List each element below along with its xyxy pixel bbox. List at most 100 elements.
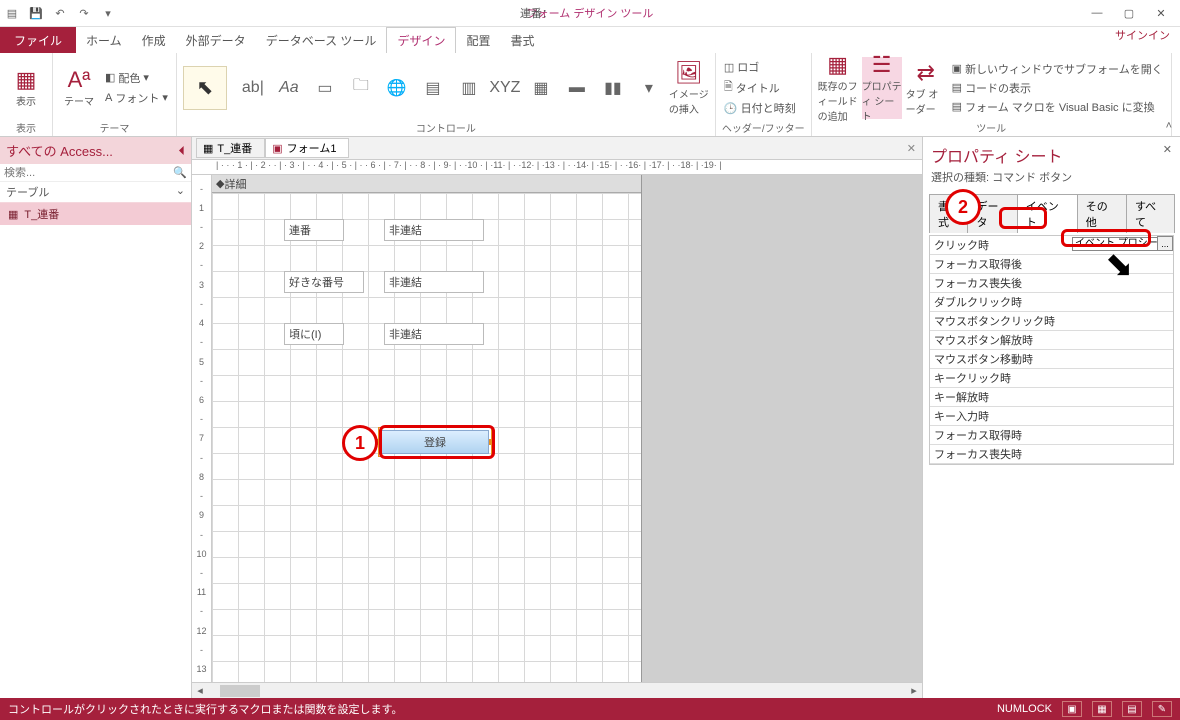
prop-row-label: フォーカス喪失時 — [930, 445, 1068, 463]
tab-external-data[interactable]: 外部データ — [176, 27, 256, 53]
group-caption-hf: ヘッダー/フッター — [722, 120, 805, 134]
prop-row[interactable]: マウスボタン解放時 — [930, 331, 1173, 350]
prop-tab-other[interactable]: その他 — [1077, 194, 1127, 233]
label-sukina[interactable]: 好きな番号 — [284, 271, 364, 293]
hyperlink-control-icon[interactable]: 🌐 — [381, 73, 413, 103]
prop-row[interactable]: フォーカス喪失時 — [930, 445, 1173, 464]
fonts-button[interactable]: A フォント ▾ — [103, 89, 170, 107]
form-design-surface[interactable]: ◆ 詳細 連番 非連結 好きな番号 非連結 頃に(I) 非連結 登録 1 — [212, 175, 642, 698]
collapse-ribbon-icon[interactable]: ˄ — [1166, 120, 1172, 132]
themes-button[interactable]: Aªテーマ — [59, 57, 99, 119]
prop-tab-all[interactable]: すべて — [1126, 194, 1175, 233]
detail-section-bar[interactable]: ◆ 詳細 — [212, 175, 641, 193]
convert-macros-button[interactable]: ▤ フォーム マクロを Visual Basic に変換 — [950, 98, 1165, 116]
nav-item-t-renban[interactable]: ▦T_連番 — [0, 203, 191, 225]
horizontal-scrollbar[interactable]: ◂▸ — [192, 682, 922, 698]
property-sheet: ✕ プロパティ シート 選択の種類: コマンド ボタン 書式 データ イベント … — [922, 137, 1180, 698]
tab-arrange[interactable]: 配置 — [456, 27, 500, 53]
window-minimize-icon[interactable]: — — [1082, 3, 1112, 23]
line-control-icon[interactable]: XYZ — [489, 73, 521, 103]
add-existing-fields-button[interactable]: ▦既存のフィールドの追加 — [818, 57, 858, 119]
prop-row-value[interactable] — [1068, 331, 1173, 349]
window-close-icon[interactable]: ✕ — [1146, 3, 1176, 23]
nav-header[interactable]: すべての Access...⏴ — [0, 137, 191, 164]
window-restore-icon[interactable]: ▢ — [1114, 3, 1144, 23]
redo-icon[interactable]: ↷ — [72, 1, 96, 25]
prop-row-value[interactable] — [1068, 445, 1173, 463]
chart-control-icon[interactable]: ▮▮ — [597, 73, 629, 103]
prop-row-value[interactable] — [1068, 312, 1173, 330]
vertical-ruler: -1-2-3-4-5-6-7-8-9-10-11-12-13- — [192, 175, 212, 698]
prop-row[interactable]: キー解放時 — [930, 388, 1173, 407]
prop-row-value[interactable] — [1068, 293, 1173, 311]
tab-create[interactable]: 作成 — [132, 27, 176, 53]
annotation-box-2a — [999, 207, 1047, 229]
prop-row[interactable]: フォーカス取得時 — [930, 426, 1173, 445]
title-button[interactable]: 🗎 タイトル — [722, 77, 798, 98]
tab-design[interactable]: デザイン — [386, 27, 456, 53]
group-caption-controls: コントロール — [183, 120, 709, 134]
tab-home[interactable]: ホーム — [76, 27, 132, 53]
doc-tab-t-renban[interactable]: ▦T_連番 — [196, 138, 265, 158]
prop-row-value[interactable] — [1068, 350, 1173, 368]
prop-row-label: キー入力時 — [930, 407, 1068, 425]
view-form-icon[interactable]: ▣ — [1062, 701, 1082, 717]
label-renban[interactable]: 連番 — [284, 219, 344, 241]
option-control-icon[interactable]: ▬ — [561, 73, 593, 103]
close-tab-icon[interactable]: ✕ — [907, 142, 916, 155]
prop-row-value[interactable] — [1068, 407, 1173, 425]
prop-row[interactable]: マウスボタンクリック時 — [930, 312, 1173, 331]
textbox-control-icon[interactable]: ab| — [237, 73, 269, 103]
colors-button[interactable]: ◧ 配色 ▾ — [103, 69, 170, 87]
view-code-button[interactable]: ▤ コードの表示 — [950, 79, 1165, 97]
view-button[interactable]: ▦表示 — [6, 57, 46, 119]
tab-file[interactable]: ファイル — [0, 27, 76, 53]
nav-search-input[interactable] — [4, 167, 173, 179]
tab-order-button[interactable]: ⇄タブ オーダー — [906, 57, 946, 119]
builder-button[interactable]: ... — [1157, 236, 1173, 251]
datetime-button[interactable]: 🕒 日付と時刻 — [722, 99, 798, 117]
tab-control-icon[interactable]: 🗀 — [345, 73, 377, 103]
prop-row[interactable]: キークリック時 — [930, 369, 1173, 388]
view-datasheet-icon[interactable]: ▦ — [1092, 701, 1112, 717]
table-icon: ▦ — [8, 208, 18, 221]
tab-format[interactable]: 書式 — [500, 27, 544, 53]
textbox-sukina[interactable]: 非連結 — [384, 271, 484, 293]
chevron-left-icon[interactable]: ⏴ — [179, 143, 186, 159]
sign-in-link[interactable]: サインイン — [1115, 27, 1170, 43]
property-sheet-button[interactable]: ☱プロパティ シート — [862, 57, 902, 119]
navigation-control-icon[interactable]: ▤ — [417, 73, 449, 103]
nav-group-tables[interactable]: テーブル⌄ — [0, 182, 191, 203]
prop-row-value[interactable] — [1068, 369, 1173, 387]
select-tool-icon[interactable]: ⬉ — [183, 66, 227, 110]
prop-row[interactable]: キー入力時 — [930, 407, 1173, 426]
prop-row-label: キー解放時 — [930, 388, 1068, 406]
save-icon[interactable]: 💾 — [24, 1, 48, 25]
textbox-renban[interactable]: 非連結 — [384, 219, 484, 241]
view-layout-icon[interactable]: ▤ — [1122, 701, 1142, 717]
property-sheet-close-icon[interactable]: ✕ — [1163, 143, 1172, 156]
doc-tab-form1[interactable]: ▣フォーム1 — [265, 138, 349, 158]
label-control-icon[interactable]: Aa — [273, 73, 305, 103]
tab-database-tools[interactable]: データベース ツール — [256, 27, 387, 53]
undo-icon[interactable]: ↶ — [48, 1, 72, 25]
listbox-control-icon[interactable]: ▦ — [525, 73, 557, 103]
prop-row-value[interactable] — [1068, 426, 1173, 444]
label-koro[interactable]: 頃に(I) — [284, 323, 344, 345]
more-controls-icon[interactable]: ▾ — [633, 73, 665, 103]
view-design-icon[interactable]: ✎ — [1152, 701, 1172, 717]
button-control-icon[interactable]: ▭ — [309, 73, 341, 103]
prop-row[interactable]: フォーカス取得後 — [930, 255, 1173, 274]
qat-more-icon[interactable]: ▾ — [96, 1, 120, 25]
prop-row[interactable]: ダブルクリック時 — [930, 293, 1173, 312]
insert-image-button[interactable]: 🖼イメージの挿入 — [669, 57, 709, 119]
prop-row-value[interactable] — [1068, 388, 1173, 406]
subform-new-window-button[interactable]: ▣ 新しいウィンドウでサブフォームを開く — [950, 60, 1165, 78]
logo-button[interactable]: ◫ ロゴ — [722, 58, 798, 76]
prop-row[interactable]: マウスボタン移動時 — [930, 350, 1173, 369]
combo-control-icon[interactable]: ▥ — [453, 73, 485, 103]
search-icon[interactable]: 🔍 — [173, 166, 187, 179]
textbox-koro[interactable]: 非連結 — [384, 323, 484, 345]
prop-row[interactable]: フォーカス喪失後 — [930, 274, 1173, 293]
prop-row-label: マウスボタン移動時 — [930, 350, 1068, 368]
